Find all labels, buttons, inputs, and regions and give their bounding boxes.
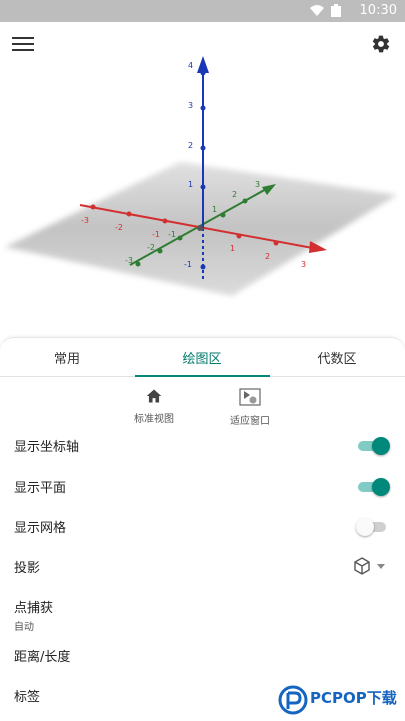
z-label-2: 2	[188, 141, 193, 150]
x-tick-neg1	[162, 218, 168, 224]
projection-label: 投影	[14, 561, 41, 576]
setting-show-plane[interactable]: 显示平面	[14, 471, 390, 501]
show-grid-knob	[356, 518, 374, 536]
fit-window-button[interactable]: 适应窗口	[210, 388, 290, 427]
watermark-logo-icon	[278, 685, 308, 715]
x-tick-1	[236, 233, 242, 239]
setting-projection[interactable]: 投影	[14, 551, 390, 581]
point-capture-label: 点捕获	[14, 601, 54, 616]
show-plane-knob	[372, 478, 390, 496]
show-plane-label: 显示平面	[14, 481, 67, 496]
graphics-view[interactable]: 4 3 2 1 -1 -3 -2 -1 1 2 3 1 2 3 -1 -2 -3	[0, 22, 405, 338]
show-axes-knob	[372, 437, 390, 455]
gear-icon[interactable]	[371, 34, 391, 54]
x-label-2: 2	[265, 252, 270, 261]
x-tick-neg3	[90, 204, 96, 210]
x-label-neg1: -1	[152, 230, 160, 239]
setting-show-grid[interactable]: 显示网格	[14, 511, 390, 541]
point-capture-value: 自动	[14, 622, 34, 633]
fit-window-icon	[239, 388, 261, 406]
graphics-settings-panel: 常用 绘图区 代数区 标准视图 适应窗口 显示坐标轴 显示平面 显示网格 投影 …	[0, 337, 405, 721]
z-label-4: 4	[188, 61, 193, 70]
show-grid-toggle[interactable]	[356, 517, 390, 537]
x-label-1: 1	[230, 244, 235, 253]
tab-graphics[interactable]: 绘图区	[135, 348, 269, 367]
tab-bar: 常用 绘图区 代数区	[0, 338, 405, 377]
y-label-neg2: -2	[147, 243, 155, 252]
watermark: PCPOP下载	[278, 683, 405, 720]
y-label-neg3: -3	[125, 256, 133, 265]
distance-label: 距离/长度	[14, 650, 71, 665]
origin-point	[197, 225, 203, 231]
standard-view-button[interactable]: 标准视图	[114, 388, 194, 425]
x-tick-neg2	[126, 211, 132, 217]
status-icons	[310, 4, 341, 17]
show-plane-toggle[interactable]	[356, 477, 390, 497]
show-grid-label: 显示网格	[14, 521, 67, 536]
z-axis-arrow	[197, 56, 209, 73]
z-label-neg1: -1	[184, 260, 192, 269]
labels-label: 标签	[14, 690, 41, 705]
y-label-2: 2	[232, 190, 237, 199]
menu-bar-1	[12, 37, 34, 39]
y-tick-2	[242, 198, 248, 204]
y-label-1: 1	[212, 205, 217, 214]
z-tick-1	[200, 184, 206, 190]
active-tab-indicator	[135, 375, 270, 377]
z-tick-2	[200, 145, 206, 151]
z-tick-neg1	[200, 264, 206, 270]
3d-axes-graph[interactable]: 4 3 2 1 -1 -3 -2 -1 1 2 3 1 2 3 -1 -2 -3	[0, 22, 405, 338]
z-tick-3	[200, 105, 206, 111]
standard-view-label: 标准视图	[134, 414, 174, 425]
status-bar: 10:30	[0, 0, 405, 22]
projection-dropdown[interactable]	[352, 554, 386, 578]
x-label-neg2: -2	[115, 223, 123, 232]
setting-distance[interactable]: 距离/长度	[14, 640, 390, 670]
y-tick-neg1	[177, 235, 183, 241]
menu-button[interactable]	[12, 37, 34, 53]
wifi-icon	[310, 5, 324, 16]
setting-point-capture[interactable]: 点捕获 自动	[14, 591, 390, 633]
cube-icon	[354, 557, 370, 575]
setting-show-axes[interactable]: 显示坐标轴	[14, 430, 390, 460]
y-label-neg1: -1	[168, 230, 176, 239]
z-tick-4	[200, 70, 206, 76]
dropdown-arrow-icon	[377, 564, 385, 569]
menu-bar-2	[12, 43, 34, 45]
y-tick-neg3	[135, 261, 141, 267]
show-axes-toggle[interactable]	[356, 436, 390, 456]
x-label-neg3: -3	[81, 216, 89, 225]
y-tick-neg2	[157, 248, 163, 254]
x-tick-2	[273, 240, 279, 246]
menu-bar-3	[12, 49, 34, 51]
fit-window-label: 适应窗口	[230, 416, 270, 427]
watermark-text: PCPOP下载	[310, 689, 397, 707]
tab-algebra[interactable]: 代数区	[270, 348, 404, 367]
y-label-3: 3	[255, 180, 260, 189]
x-label-3: 3	[301, 260, 306, 269]
y-tick-1	[220, 212, 226, 218]
home-icon	[146, 389, 162, 403]
battery-icon	[331, 4, 341, 17]
show-axes-label: 显示坐标轴	[14, 440, 80, 455]
z-label-1: 1	[188, 180, 193, 189]
status-time: 10:30	[359, 3, 397, 18]
z-label-3: 3	[188, 101, 193, 110]
tab-general[interactable]: 常用	[0, 348, 134, 367]
